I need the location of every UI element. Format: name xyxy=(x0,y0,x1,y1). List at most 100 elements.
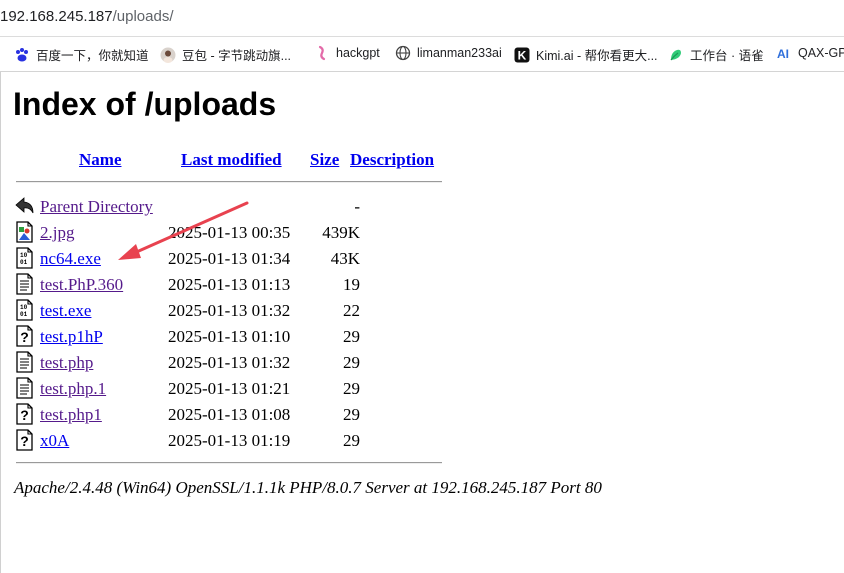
file-size: 29 xyxy=(343,353,360,372)
file-link[interactable]: test.PhP.360 xyxy=(40,275,123,294)
server-signature: Apache/2.4.48 (Win64) OpenSSL/1.1.1k PHP… xyxy=(14,478,602,497)
table-row: 2.jpg 2025-01-13 00:35 439K xyxy=(15,220,455,246)
svg-text:?: ? xyxy=(20,433,29,449)
unknown-file-icon[interactable]: ? xyxy=(15,403,35,425)
svg-text:01: 01 xyxy=(20,259,28,266)
file-date: 2025-01-13 01:34 xyxy=(168,249,291,268)
table-row: ? test.php1 2025-01-13 01:08 29 xyxy=(15,402,455,428)
table-row: ? test.p1hP 2025-01-13 01:10 29 xyxy=(15,324,455,350)
sort-by-size-link[interactable]: Size xyxy=(310,150,339,169)
bookmark-label: limanman233ai xyxy=(417,46,502,60)
file-size: 29 xyxy=(343,405,360,424)
file-size: 29 xyxy=(343,431,360,450)
binary-file-icon[interactable]: 10 01 xyxy=(15,299,35,321)
unknown-file-icon[interactable]: ? xyxy=(15,429,35,451)
file-date: 2025-01-13 00:35 xyxy=(168,223,291,242)
file-size: 439K xyxy=(322,223,360,242)
file-link[interactable]: 2.jpg xyxy=(40,223,74,242)
file-date: 2025-01-13 01:08 xyxy=(168,405,291,424)
url-host: 192.168.245.187 xyxy=(0,8,113,25)
back-arrow-icon[interactable] xyxy=(15,195,35,217)
header-divider xyxy=(16,181,442,183)
file-link[interactable]: x0A xyxy=(40,431,69,450)
bookmarks-bar: 百度一下，你就知道 豆包 - 字节跳动旗... hackgpt limanman… xyxy=(0,37,844,72)
bookmark-kimi[interactable]: K Kimi.ai - 帮你看更大... xyxy=(514,45,658,64)
column-header-last-modified[interactable]: Last modified xyxy=(181,150,282,170)
file-link[interactable]: test.php xyxy=(40,353,93,372)
table-row: ? x0A 2025-01-13 01:19 29 xyxy=(15,428,455,454)
unknown-file-icon[interactable]: ? xyxy=(15,325,35,347)
table-row: test.php.1 2025-01-13 01:21 29 xyxy=(15,376,455,402)
qax-ai-icon: AI xyxy=(776,45,792,61)
file-size: 29 xyxy=(343,327,360,346)
table-row: test.php 2025-01-13 01:32 29 xyxy=(15,350,455,376)
file-link[interactable]: test.p1hP xyxy=(40,327,103,346)
svg-text:01: 01 xyxy=(20,311,28,318)
doubao-avatar-icon xyxy=(160,47,176,63)
text-file-icon[interactable] xyxy=(15,273,35,295)
bookmark-doubao[interactable]: 豆包 - 字节跳动旗... xyxy=(160,45,291,64)
file-size: 19 xyxy=(343,275,360,294)
file-name-cell: nc64.exe xyxy=(40,249,101,269)
table-row: 10 01 nc64.exe 2025-01-13 01:34 43K xyxy=(15,246,455,272)
text-file-icon[interactable] xyxy=(15,377,35,399)
text-file-icon[interactable] xyxy=(15,351,35,373)
table-row: 10 01 test.exe 2025-01-13 01:32 22 xyxy=(15,298,455,324)
file-name-cell: x0A xyxy=(40,431,69,451)
sort-by-description-link[interactable]: Description xyxy=(350,150,434,169)
file-name-cell: test.php xyxy=(40,353,93,373)
file-link[interactable]: test.php.1 xyxy=(40,379,106,398)
file-date: 2025-01-13 01:32 xyxy=(168,353,291,372)
bookmark-label: Kimi.ai - 帮你看更大... xyxy=(536,49,658,63)
column-header-size[interactable]: Size xyxy=(310,150,339,170)
address-bar[interactable]: 192.168.245.187/uploads/ xyxy=(0,0,844,37)
binary-file-icon[interactable]: 10 01 xyxy=(15,247,35,269)
file-name-cell: test.exe xyxy=(40,301,91,321)
bookmark-limanman[interactable]: limanman233ai xyxy=(395,45,502,61)
file-date: 2025-01-13 01:10 xyxy=(168,327,291,346)
file-name-cell: test.php1 xyxy=(40,405,102,425)
url-path: /uploads/ xyxy=(112,8,174,25)
file-link[interactable]: test.exe xyxy=(40,301,91,320)
table-row: test.PhP.360 2025-01-13 01:13 19 xyxy=(15,272,455,298)
bookmark-hackgpt[interactable]: hackgpt xyxy=(314,45,380,61)
file-name-cell: test.PhP.360 xyxy=(40,275,123,295)
svg-text:10: 10 xyxy=(20,304,28,311)
file-size: 43K xyxy=(330,249,360,268)
bookmark-baidu[interactable]: 百度一下，你就知道 xyxy=(14,45,149,64)
bookmark-label: hackgpt xyxy=(336,46,380,60)
bookmark-label: 工作台 · 语雀 xyxy=(690,49,764,63)
file-link[interactable]: Parent Directory xyxy=(40,197,153,216)
file-size: 29 xyxy=(343,379,360,398)
file-name-cell: Parent Directory xyxy=(40,197,153,217)
column-header-description[interactable]: Description xyxy=(350,150,434,170)
file-name-cell: test.php.1 xyxy=(40,379,106,399)
bookmark-label: 百度一下，你就知道 xyxy=(36,49,149,63)
file-date: 2025-01-13 01:19 xyxy=(168,431,291,450)
hackgpt-icon xyxy=(314,45,330,61)
footer-divider xyxy=(16,462,442,464)
file-date: 2025-01-13 01:32 xyxy=(168,301,291,320)
image-file-icon[interactable] xyxy=(15,221,35,243)
file-size: 22 xyxy=(343,301,360,320)
file-size: - xyxy=(354,197,360,216)
file-name-cell: 2.jpg xyxy=(40,223,74,243)
sort-by-date-link[interactable]: Last modified xyxy=(181,150,282,169)
file-date: 2025-01-13 01:21 xyxy=(168,379,291,398)
bookmark-label: QAX-GPT xyxy=(798,46,844,60)
svg-text:?: ? xyxy=(20,407,29,423)
svg-text:AI: AI xyxy=(777,47,789,61)
baidu-paw-icon xyxy=(14,47,30,63)
file-link[interactable]: test.php1 xyxy=(40,405,102,424)
sort-by-name-link[interactable]: Name xyxy=(79,150,121,169)
svg-text:?: ? xyxy=(20,329,29,345)
globe-icon xyxy=(395,45,411,61)
bookmark-qax[interactable]: AI QAX-GPT xyxy=(776,45,844,61)
file-link[interactable]: nc64.exe xyxy=(40,249,101,268)
column-header-name[interactable]: Name xyxy=(79,150,121,170)
page-title: Index of /uploads xyxy=(13,86,277,122)
table-row: Parent Directory - xyxy=(15,194,455,220)
bookmark-yuque[interactable]: 工作台 · 语雀 xyxy=(668,45,764,64)
url-text[interactable]: 192.168.245.187/uploads/ xyxy=(0,8,174,25)
bookmark-label: 豆包 - 字节跳动旗... xyxy=(182,49,292,63)
